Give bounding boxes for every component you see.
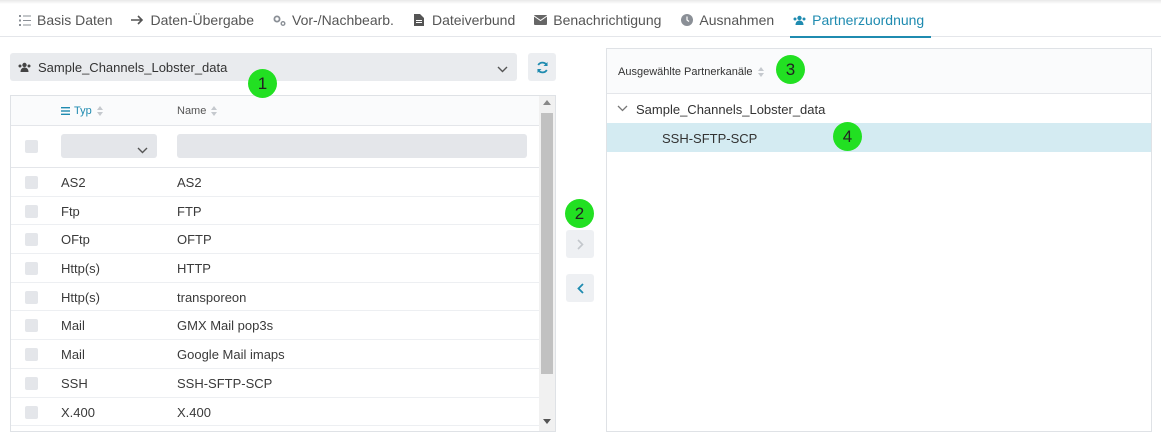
table-row[interactable]: Ftp FTP xyxy=(11,197,539,226)
sort-icon[interactable] xyxy=(211,106,218,116)
arrow-right-icon xyxy=(131,14,144,27)
channel-grid: Typ Name AS2 AS2 Ftp FTP OFtp OFTP Http(s) H… xyxy=(10,95,556,432)
tree-node-label: SSH-SFTP-SCP xyxy=(662,131,758,146)
refresh-icon xyxy=(536,61,549,74)
tab-bar: Basis Daten Daten-Übergabe Vor-/Nachbear… xyxy=(0,4,1161,38)
remove-from-selection-button[interactable] xyxy=(566,274,594,302)
scroll-down-arrow-icon[interactable] xyxy=(543,419,551,424)
gears-icon xyxy=(273,14,286,27)
cell-name: Google Mail imaps xyxy=(177,347,285,363)
grid-header: Typ Name xyxy=(11,96,539,126)
cell-name: HTTP xyxy=(177,261,211,277)
tab-label: Basis Daten xyxy=(37,12,113,28)
row-checkbox[interactable] xyxy=(25,176,38,189)
partner-select-value: Sample_Channels_Lobster_data xyxy=(38,59,228,75)
tab-basis-daten[interactable]: Basis Daten xyxy=(18,4,112,37)
tab-benachrichtigung[interactable]: Benachrichtigung xyxy=(534,4,661,37)
cell-name: transporeon xyxy=(177,289,247,305)
cell-name: GMX Mail pop3s xyxy=(177,318,274,334)
table-row[interactable]: X.400 X.400 xyxy=(11,398,539,427)
chevron-down-icon xyxy=(137,141,148,159)
table-row[interactable]: OFtp OFTP xyxy=(11,225,539,255)
annotation-marker: 2 xyxy=(565,199,594,228)
row-checkbox[interactable] xyxy=(25,290,38,304)
cell-name: FTP xyxy=(177,203,202,219)
grid-rows: AS2 AS2 Ftp FTP OFtp OFTP Http(s) HTTP Http(… xyxy=(11,168,539,427)
row-checkbox[interactable] xyxy=(25,376,38,390)
grid-scrollbar[interactable] xyxy=(539,96,555,431)
row-checkbox[interactable] xyxy=(25,262,38,276)
columns-menu-icon[interactable] xyxy=(61,107,70,115)
users-icon xyxy=(793,14,806,27)
cell-name: X.400 xyxy=(177,404,211,420)
tab-label: Benachrichtigung xyxy=(553,12,662,28)
file-icon xyxy=(413,14,426,27)
row-checkbox[interactable] xyxy=(25,319,38,333)
tab-label: Ausnahmen xyxy=(699,12,775,28)
chevron-left-icon xyxy=(576,282,584,294)
cell-typ: AS2 xyxy=(61,175,86,190)
tab-ausnahmen[interactable]: Ausnahmen xyxy=(680,4,774,37)
tab-label: Daten-Übergabe xyxy=(150,12,254,28)
tree-node-partner[interactable]: Sample_Channels_Lobster_data xyxy=(607,95,1151,123)
row-checkbox[interactable] xyxy=(25,204,38,218)
tree-node-label: Sample_Channels_Lobster_data xyxy=(636,102,826,117)
cell-name: AS2 xyxy=(177,175,202,190)
refresh-button[interactable] xyxy=(528,53,556,81)
chevron-down-icon[interactable] xyxy=(617,105,628,112)
selected-channels-header[interactable]: Ausgewählte Partnerkanäle xyxy=(607,49,1151,94)
annotation-marker: 3 xyxy=(776,55,805,84)
table-row[interactable]: Http(s) transporeon xyxy=(11,283,539,312)
tab-label: Vor-/Nachbearb. xyxy=(292,12,394,28)
row-checkbox[interactable] xyxy=(25,233,38,247)
tab-daten-uebergabe[interactable]: Daten-Übergabe xyxy=(131,4,254,37)
scroll-up-arrow-icon[interactable] xyxy=(543,100,551,105)
tab-dateiverbund[interactable]: Dateiverbund xyxy=(413,4,515,37)
tab-vor-nachbearb[interactable]: Vor-/Nachbearb. xyxy=(273,4,394,37)
envelope-icon xyxy=(534,14,548,27)
cell-typ: Http(s) xyxy=(61,289,100,305)
add-to-selection-button[interactable] xyxy=(566,230,594,258)
cell-name: OFTP xyxy=(177,232,212,248)
select-all-checkbox[interactable] xyxy=(25,140,38,153)
sort-icon[interactable] xyxy=(757,67,764,77)
selected-channels-title: Ausgewählte Partnerkanäle xyxy=(618,66,753,78)
cell-typ: SSH xyxy=(61,375,88,391)
column-header-typ[interactable]: Typ xyxy=(61,105,103,117)
row-checkbox[interactable] xyxy=(25,348,38,362)
tab-label: Dateiverbund xyxy=(431,12,516,28)
column-header-name[interactable]: Name xyxy=(177,105,218,117)
annotation-marker: 4 xyxy=(833,122,862,151)
cell-typ: OFtp xyxy=(61,232,90,248)
annotation-marker: 1 xyxy=(248,69,277,98)
sort-icon[interactable] xyxy=(96,106,103,116)
scrollbar-thumb[interactable] xyxy=(541,113,553,374)
chevron-down-icon xyxy=(497,61,508,76)
tab-label: Partnerzuordnung xyxy=(812,12,925,28)
cell-typ: Http(s) xyxy=(61,261,100,277)
row-checkbox[interactable] xyxy=(25,405,38,419)
table-row[interactable]: SSH SSH-SFTP-SCP xyxy=(11,369,539,398)
cell-typ: Mail xyxy=(61,318,85,334)
table-row[interactable]: Mail Google Mail imaps xyxy=(11,340,539,369)
chevron-right-icon xyxy=(576,238,584,250)
table-row[interactable]: Mail GMX Mail pop3s xyxy=(11,311,539,341)
tree-node-channel[interactable]: SSH-SFTP-SCP xyxy=(607,123,1151,152)
name-filter-input[interactable] xyxy=(177,134,527,158)
column-label: Name xyxy=(177,105,207,117)
filter-row xyxy=(11,126,539,168)
cell-typ: X.400 xyxy=(61,404,95,420)
cell-typ: Mail xyxy=(61,347,85,363)
typ-filter-select[interactable] xyxy=(61,134,157,158)
table-row[interactable]: Http(s) HTTP xyxy=(11,254,539,283)
tab-partnerzuordnung[interactable]: Partnerzuordnung xyxy=(790,4,932,38)
list-icon xyxy=(18,14,31,27)
clock-icon xyxy=(680,14,693,27)
cell-name: SSH-SFTP-SCP xyxy=(177,375,273,391)
users-icon xyxy=(18,62,31,73)
column-label: Typ xyxy=(74,105,92,117)
cell-typ: Ftp xyxy=(61,203,80,219)
table-row[interactable]: AS2 AS2 xyxy=(11,168,539,197)
selected-channels-panel: Ausgewählte Partnerkanäle Sample_Channel… xyxy=(606,48,1152,432)
